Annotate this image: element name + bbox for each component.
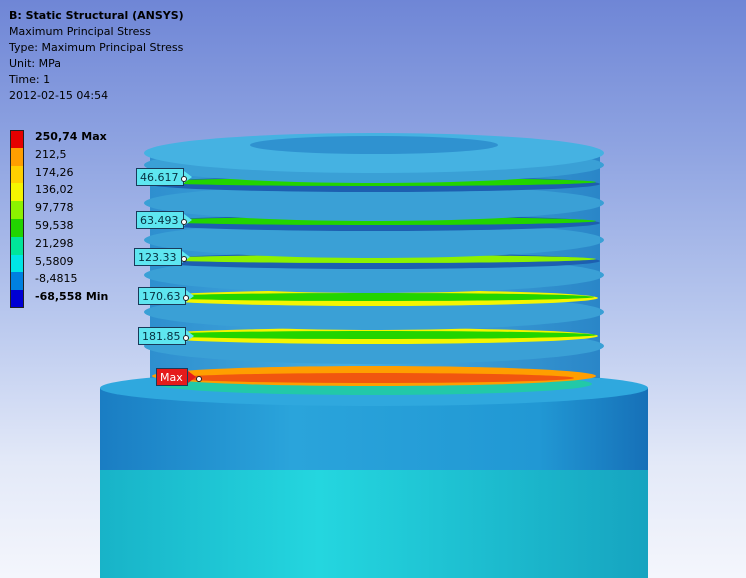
probe-point [181, 256, 187, 262]
result-type: Type: Maximum Principal Stress [9, 41, 184, 54]
max-probe-label[interactable]: Max [156, 368, 196, 386]
probe-label[interactable]: 46.617 [136, 168, 191, 186]
shank-section [100, 470, 648, 578]
top-face [144, 133, 604, 183]
legend-swatch [10, 147, 24, 166]
analysis-title: B: Static Structural (ANSYS) [9, 9, 184, 22]
probe-label[interactable]: 170.63 [138, 287, 193, 305]
result-name: Maximum Principal Stress [9, 25, 151, 38]
thread-crest [152, 366, 596, 386]
max-probe-point [196, 376, 202, 382]
probe-label[interactable]: 63.493 [136, 211, 191, 229]
legend-swatch [10, 165, 24, 184]
probe-point [181, 176, 187, 182]
legend-label: 136,02 [35, 183, 74, 197]
center-hole [250, 136, 498, 154]
legend-swatch [10, 272, 24, 291]
legend-swatch [10, 290, 24, 308]
legend-label: -68,558 Min [35, 290, 109, 304]
thread-stack [144, 133, 604, 386]
legend-label: 250,74 Max [35, 130, 107, 143]
legend-swatch [10, 218, 24, 237]
legend-label: 97,778 [35, 201, 74, 215]
legend-label: 212,5 [35, 147, 67, 161]
probe-label[interactable]: 123.33 [134, 248, 189, 266]
legend-label: -8,4815 [35, 272, 78, 286]
thread-crest [144, 253, 604, 293]
legend-swatch [10, 201, 24, 219]
base-cylinder [100, 370, 648, 578]
probe-label[interactable]: 181.85 [138, 327, 193, 345]
result-info: B: Static Structural (ANSYS) Maximum Pri… [9, 8, 184, 104]
probe-point [183, 335, 189, 341]
probe-point [181, 219, 187, 225]
legend-label: 5,5809 [35, 254, 74, 268]
thread-crest [144, 290, 604, 330]
result-time: Time: 1 [9, 73, 51, 86]
thread-crest [144, 328, 604, 364]
legend-label: 174,26 [35, 165, 74, 179]
legend-swatch [10, 254, 24, 273]
probe-point [183, 295, 189, 301]
result-unit: Unit: MPa [9, 57, 61, 70]
legend-label: 59,538 [35, 218, 74, 232]
legend-swatch [10, 183, 24, 202]
result-date: 2012-02-15 04:54 [9, 89, 109, 102]
legend-swatch [10, 236, 24, 255]
legend-label: 21,298 [35, 236, 74, 250]
thread-crest [144, 215, 604, 258]
legend-swatch [10, 130, 24, 148]
